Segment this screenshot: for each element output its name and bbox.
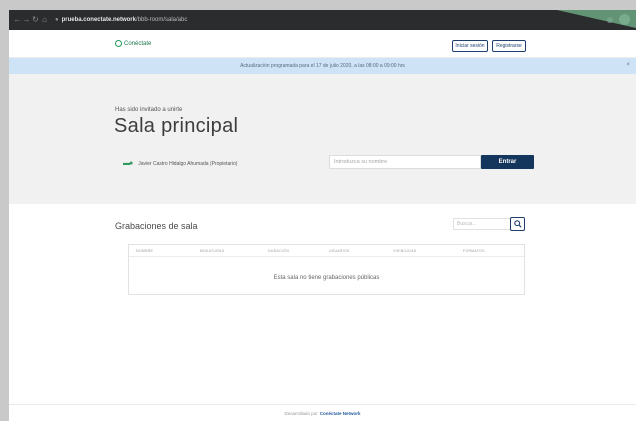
recordings-search-input[interactable] (453, 218, 513, 230)
column-header: Formatos (463, 249, 485, 253)
browser-toolbar: ← → ↻ ⌂ ● prueba.conectate.network /bbb-… (9, 10, 636, 30)
forward-icon[interactable]: → (22, 10, 31, 30)
room-title: Sala principal (114, 115, 239, 137)
name-input[interactable] (329, 155, 481, 169)
brand-logo[interactable]: Conéctate (115, 40, 151, 47)
column-header: Duración (268, 249, 290, 253)
invite-subtitle: Has sido invitado a unirte (115, 107, 183, 113)
user-icon: ▬● (123, 160, 133, 167)
address-bar[interactable]: ● prueba.conectate.network /bbb-room/sal… (55, 17, 187, 23)
lock-icon: ● (55, 17, 59, 23)
column-header: Visibilidad (393, 249, 417, 253)
url-path: /bbb-room/sala/abc (135, 17, 188, 23)
page-footer: Desarrollado por Conéctate Network (9, 404, 636, 421)
column-header: Miniaturas (200, 249, 225, 253)
app-header: Conéctate Iniciar sesión Registrarse (9, 30, 636, 58)
footer-brand-link[interactable]: Conéctate Network (320, 411, 361, 416)
login-button[interactable]: Iniciar sesión (452, 40, 488, 52)
recordings-table: Nombre Miniaturas Duración Usuarios Visi… (128, 244, 525, 295)
search-button[interactable] (510, 217, 525, 231)
enter-button[interactable]: Entrar (481, 155, 534, 169)
recordings-title: Grabaciones de sala (115, 221, 198, 231)
table-header: Nombre Miniaturas Duración Usuarios Visi… (129, 245, 524, 257)
banner-text: Actualización programada para el 17 de j… (240, 63, 405, 69)
column-header: Usuarios (329, 249, 350, 253)
url-domain: prueba.conectate.network (61, 17, 136, 23)
room-hero: Has sido invitado a unirte Sala principa… (9, 74, 636, 204)
maintenance-banner: Actualización programada para el 17 de j… (9, 58, 636, 74)
footer-prefix: Desarrollado por (284, 410, 318, 416)
reload-icon[interactable]: ↻ (31, 10, 40, 30)
search-icon (513, 220, 522, 228)
register-button[interactable]: Registrarse (492, 40, 526, 52)
empty-state-text: Esta sala no tiene grabaciones públicas (273, 275, 380, 281)
back-icon[interactable]: ← (13, 10, 22, 30)
room-owner: ▬● Javier Castro Hidalgo Ahumada (Propie… (123, 160, 237, 167)
browser-window: ← → ↻ ⌂ ● prueba.conectate.network /bbb-… (9, 10, 636, 421)
column-header: Nombre (136, 249, 154, 253)
logo-icon (115, 40, 122, 47)
owner-name: Javier Castro Hidalgo Ahumada (Propietar… (138, 160, 238, 167)
home-icon[interactable]: ⌂ (40, 10, 49, 30)
logo-text: Conéctate (124, 40, 152, 47)
close-icon[interactable]: × (626, 62, 630, 68)
decorative-corner (557, 10, 636, 30)
